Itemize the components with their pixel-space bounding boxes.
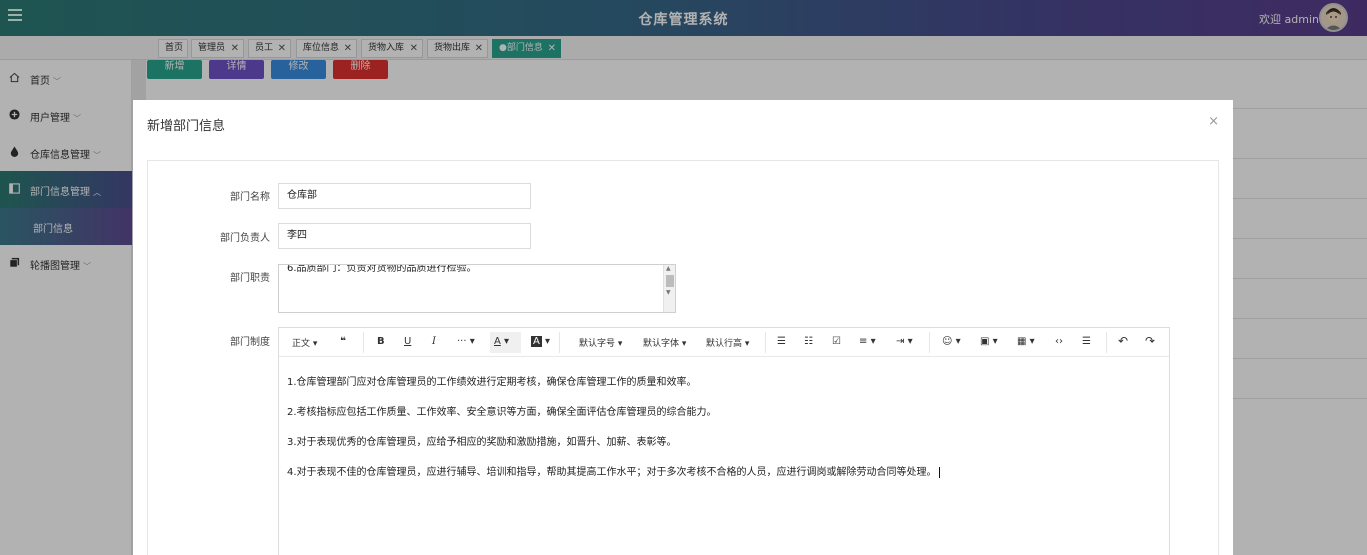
text-style-dropdown[interactable]: 正文 ▾ bbox=[292, 336, 317, 349]
form-panel: 部门名称 仓库部 部门负责人 李四 部门职责 6.品质部门：负责对货物的品质进行… bbox=[147, 160, 1219, 555]
department-name-input[interactable]: 仓库部 bbox=[278, 183, 531, 209]
image-icon[interactable]: ▣ ▾ bbox=[980, 336, 998, 347]
policy-paragraph-text: 4.对于表现不佳的仓库管理员，应进行辅导、培训和指导，帮助其提高工作水平；对于多… bbox=[287, 467, 937, 478]
quote-icon[interactable]: ❝ bbox=[340, 336, 346, 347]
italic-icon[interactable]: I bbox=[432, 336, 436, 347]
bullet-list-icon[interactable]: ☰ bbox=[777, 336, 786, 347]
indent-icon[interactable]: ⇥ ▾ bbox=[896, 336, 913, 347]
align-label: ≡ bbox=[859, 336, 868, 347]
table-label: ▦ bbox=[1017, 336, 1027, 347]
code-icon[interactable]: ‹› bbox=[1055, 336, 1063, 347]
toolbar-divider bbox=[929, 332, 930, 353]
divider-icon[interactable]: ☰ bbox=[1082, 336, 1091, 347]
textarea-scrollbar[interactable]: ▲ ▼ bbox=[663, 265, 675, 312]
underline-icon[interactable]: U bbox=[404, 336, 411, 347]
image-label: ▣ bbox=[980, 336, 990, 347]
background-color-icon[interactable]: A ▾ bbox=[531, 336, 550, 347]
duty-text: 6.品质部门：负责对货物的品质进行检验。 bbox=[287, 264, 477, 274]
table-icon[interactable]: ▦ ▾ bbox=[1017, 336, 1035, 347]
close-icon[interactable]: × bbox=[1208, 114, 1219, 129]
text-style-label: 正文 bbox=[292, 339, 311, 349]
policy-paragraph: 1.仓库管理部门应对仓库管理员的工作绩效进行定期考核，确保仓库管理工作的质量和效… bbox=[287, 377, 697, 388]
redo-icon[interactable]: ↷ bbox=[1145, 334, 1155, 348]
indent-label: ⇥ bbox=[896, 336, 905, 347]
todo-list-icon[interactable]: ☑ bbox=[832, 336, 841, 347]
department-duty-textarea[interactable]: 6.品质部门：负责对货物的品质进行检验。 ▲ ▼ bbox=[278, 264, 676, 313]
department-policy-label: 部门制度 bbox=[230, 337, 270, 348]
rich-text-editor: 正文 ▾ ❝ B U I ··· ▾ A ▾ A ▾ 默认字号 ▾ 默认字体 ▾… bbox=[278, 327, 1170, 555]
font-family-label: 默认字体 bbox=[643, 339, 680, 349]
scroll-thumb[interactable] bbox=[666, 275, 674, 287]
more-icon[interactable]: ··· ▾ bbox=[457, 336, 475, 347]
toolbar-divider bbox=[765, 332, 766, 353]
scroll-up-icon[interactable]: ▲ bbox=[666, 265, 671, 272]
font-size-dropdown[interactable]: 默认字号 ▾ bbox=[579, 336, 622, 349]
numbered-list-icon[interactable]: ☷ bbox=[804, 336, 813, 347]
department-name-label: 部门名称 bbox=[230, 192, 270, 203]
more-label: ··· bbox=[457, 336, 467, 347]
font-color-label: A bbox=[494, 336, 501, 347]
undo-icon[interactable]: ↶ bbox=[1118, 334, 1128, 348]
bold-icon[interactable]: B bbox=[377, 336, 385, 347]
line-height-dropdown[interactable]: 默认行高 ▾ bbox=[706, 336, 749, 349]
editor-toolbar: 正文 ▾ ❝ B U I ··· ▾ A ▾ A ▾ 默认字号 ▾ 默认字体 ▾… bbox=[279, 328, 1169, 357]
toolbar-divider bbox=[559, 332, 560, 353]
emoji-icon[interactable]: ☺ ▾ bbox=[942, 336, 961, 347]
align-icon[interactable]: ≡ ▾ bbox=[859, 336, 876, 347]
font-size-label: 默认字号 bbox=[579, 339, 616, 349]
emoji-label: ☺ bbox=[942, 336, 953, 347]
font-family-dropdown[interactable]: 默认字体 ▾ bbox=[643, 336, 686, 349]
department-duty-label: 部门职责 bbox=[230, 273, 270, 284]
department-head-label: 部门负责人 bbox=[220, 233, 270, 244]
text-caret bbox=[938, 466, 940, 478]
department-head-input[interactable]: 李四 bbox=[278, 223, 531, 249]
scroll-down-icon[interactable]: ▼ bbox=[666, 289, 671, 296]
toolbar-divider bbox=[363, 332, 364, 353]
toolbar-divider bbox=[1106, 332, 1107, 353]
line-height-label: 默认行高 bbox=[706, 339, 743, 349]
add-department-dialog: 新增部门信息 × 部门名称 仓库部 部门负责人 李四 部门职责 6.品质部门：负… bbox=[133, 100, 1233, 555]
policy-paragraph: 2.考核指标应包括工作质量、工作效率、安全意识等方面，确保全面评估仓库管理员的综… bbox=[287, 407, 717, 418]
bg-color-label: A bbox=[531, 336, 542, 347]
policy-paragraph: 3.对于表现优秀的仓库管理员，应给予相应的奖励和激励措施，如晋升、加薪、表彰等。 bbox=[287, 437, 677, 448]
font-color-icon[interactable]: A ▾ bbox=[490, 332, 521, 353]
editor-content[interactable]: 1.仓库管理部门应对仓库管理员的工作绩效进行定期考核，确保仓库管理工作的质量和效… bbox=[287, 368, 940, 488]
dialog-title: 新增部门信息 bbox=[147, 119, 226, 134]
policy-paragraph: 4.对于表现不佳的仓库管理员，应进行辅导、培训和指导，帮助其提高工作水平；对于多… bbox=[287, 458, 940, 488]
